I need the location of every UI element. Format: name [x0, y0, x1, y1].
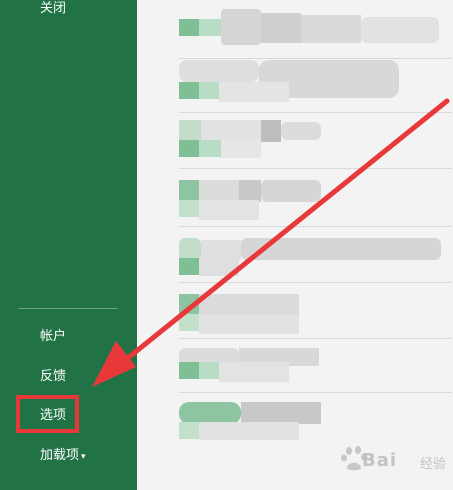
watermark: Bai 经验: [338, 440, 448, 480]
watermark-sub: 经验: [420, 457, 447, 472]
watermark-brand: Bai: [362, 450, 398, 471]
red-arrow-annotation: [92, 98, 450, 387]
